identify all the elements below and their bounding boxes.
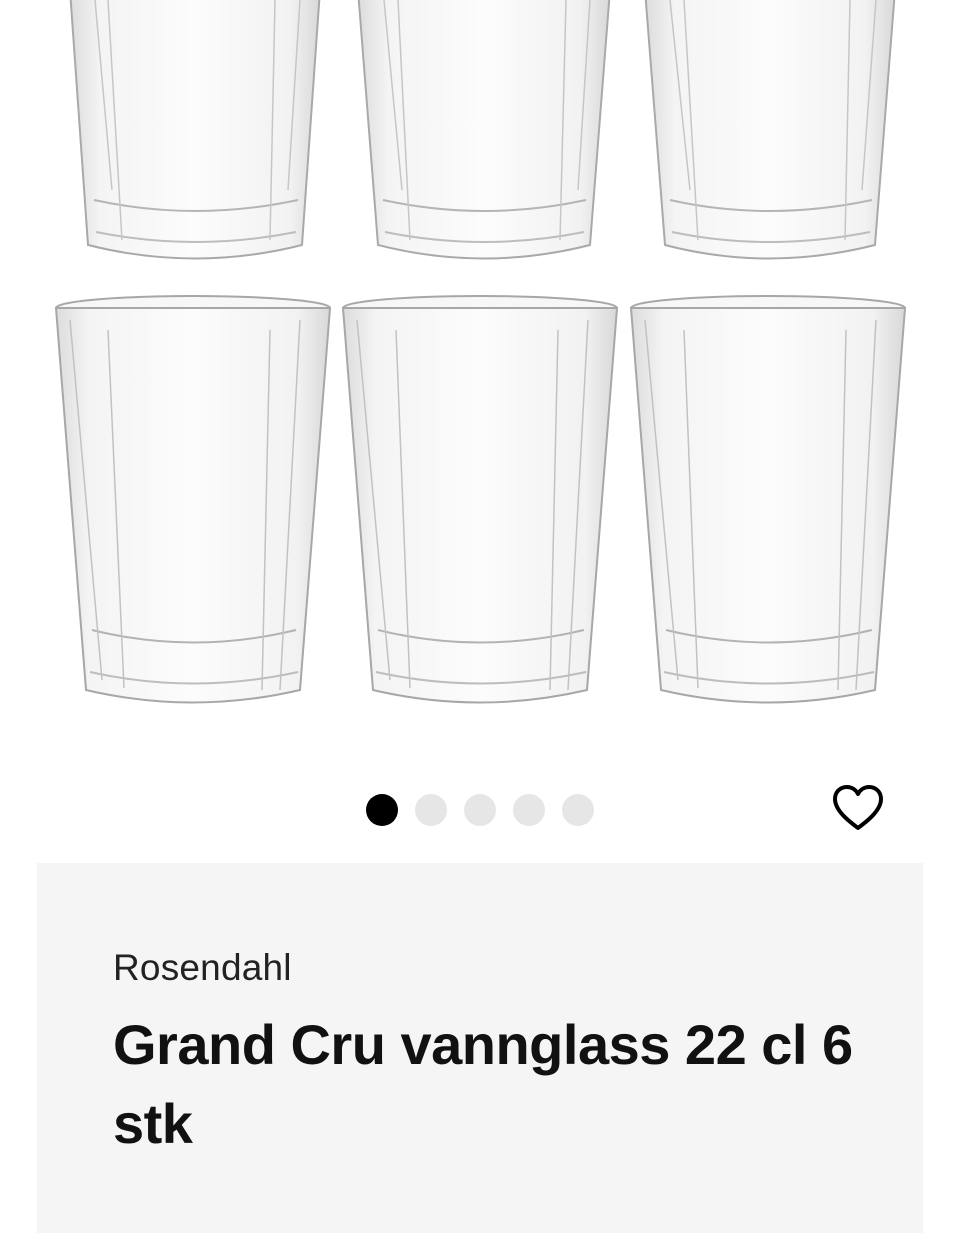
product-title: Grand Cru vannglass 22 cl 6 stk — [113, 1013, 853, 1155]
glass-top-middle — [357, 0, 611, 260]
gallery-dot-1[interactable] — [366, 794, 398, 826]
gallery-dot-2[interactable] — [415, 794, 447, 826]
favorite-button[interactable] — [826, 778, 890, 838]
product-image-gallery[interactable] — [0, 0, 960, 740]
glass-bottom-right — [629, 295, 907, 704]
glass-top-right — [644, 0, 896, 260]
gallery-dot-5[interactable] — [562, 794, 594, 826]
gallery-dot-4[interactable] — [513, 794, 545, 826]
glass-top-left — [69, 0, 321, 260]
gallery-dot-3[interactable] — [464, 794, 496, 826]
product-image — [54, 0, 907, 704]
glass-bottom-middle — [341, 295, 619, 704]
product-brand[interactable]: Rosendahl — [113, 947, 292, 989]
product-info-panel: Rosendahl Grand Cru vannglass 22 cl 6 st… — [37, 863, 923, 1233]
glass-bottom-left — [54, 295, 332, 704]
gallery-pagination — [366, 794, 594, 826]
heart-outline-icon — [833, 785, 883, 830]
